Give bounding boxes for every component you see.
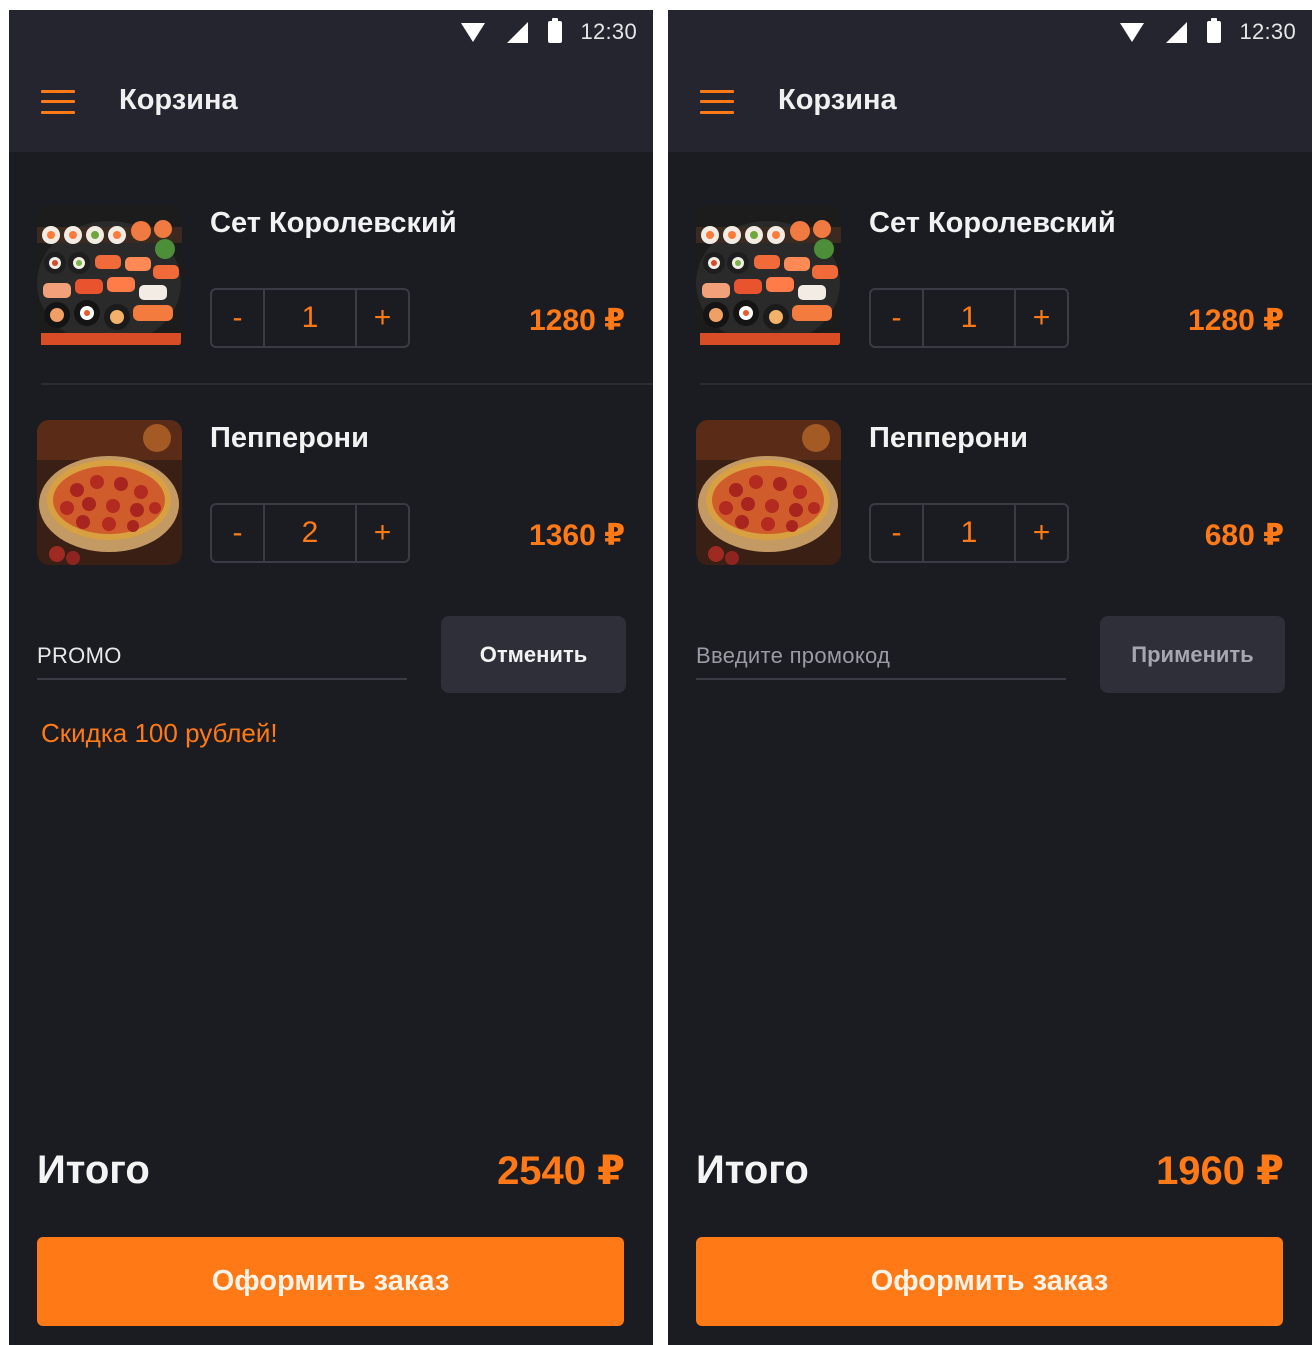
item-name: Сет Королевский bbox=[210, 207, 457, 239]
total-label: Итого bbox=[37, 1148, 150, 1192]
total-label: Итого bbox=[696, 1148, 809, 1192]
increase-button[interactable]: + bbox=[1014, 505, 1067, 561]
cart-screen-without-promo: 12:30 Корзина Сет Королевский - 1 + 1280… bbox=[668, 10, 1312, 1345]
signal-icon bbox=[507, 21, 529, 43]
quantity-stepper: - 1 + bbox=[869, 288, 1069, 348]
increase-button[interactable]: + bbox=[1014, 290, 1067, 346]
signal-icon bbox=[1166, 21, 1188, 43]
item-name: Пепперони bbox=[869, 422, 1028, 454]
total-value: 2540 ₽ bbox=[497, 1149, 625, 1193]
cart-item: Сет Королевский - 1 + 1280 ₽ bbox=[668, 205, 1312, 365]
menu-icon[interactable] bbox=[41, 88, 75, 116]
item-name: Пепперони bbox=[210, 422, 369, 454]
cart-item: Пепперони - 2 + 1360 ₽ bbox=[9, 420, 653, 580]
quantity-stepper: - 1 + bbox=[869, 503, 1069, 563]
decrease-button[interactable]: - bbox=[871, 290, 924, 346]
item-price: 1360 ₽ bbox=[529, 519, 625, 552]
item-name: Сет Королевский bbox=[869, 207, 1116, 239]
sushi-set-image bbox=[696, 205, 841, 350]
quantity-value: 1 bbox=[301, 301, 319, 334]
quantity-value: 2 bbox=[301, 516, 319, 549]
page-title: Корзина bbox=[119, 84, 238, 116]
quantity-stepper: - 2 + bbox=[210, 503, 410, 563]
checkout-button[interactable]: Оформить заказ bbox=[37, 1237, 624, 1326]
item-divider bbox=[41, 383, 653, 385]
quantity-stepper: - 1 + bbox=[210, 288, 410, 348]
status-bar: 12:30 bbox=[668, 10, 1312, 55]
wifi-icon bbox=[461, 22, 486, 42]
apply-promo-button[interactable]: Применить bbox=[1100, 616, 1285, 693]
status-bar: 12:30 bbox=[9, 10, 653, 55]
item-price: 680 ₽ bbox=[1204, 519, 1284, 552]
wifi-icon bbox=[1120, 22, 1145, 42]
app-bar: 12:30 Корзина bbox=[668, 10, 1312, 152]
quantity-value: 1 bbox=[960, 516, 978, 549]
checkout-button[interactable]: Оформить заказ bbox=[696, 1237, 1283, 1326]
battery-icon bbox=[548, 18, 563, 43]
menu-icon[interactable] bbox=[700, 88, 734, 116]
decrease-button[interactable]: - bbox=[871, 505, 924, 561]
pepperoni-pizza-image bbox=[696, 420, 841, 565]
cancel-promo-button[interactable]: Отменить bbox=[441, 616, 626, 693]
increase-button[interactable]: + bbox=[355, 290, 408, 346]
decrease-button[interactable]: - bbox=[212, 290, 265, 346]
item-price: 1280 ₽ bbox=[529, 304, 625, 337]
promo-code-input[interactable] bbox=[37, 634, 407, 680]
app-bar: 12:30 Корзина bbox=[9, 10, 653, 152]
cart-screen-with-promo: 12:30 Корзина Сет Королевский - 1 + 1280… bbox=[9, 10, 653, 1345]
quantity-value: 1 bbox=[960, 301, 978, 334]
battery-icon bbox=[1207, 18, 1222, 43]
page-title: Корзина bbox=[778, 84, 897, 116]
pepperoni-pizza-image bbox=[37, 420, 182, 565]
status-time: 12:30 bbox=[1239, 19, 1296, 44]
decrease-button[interactable]: - bbox=[212, 505, 265, 561]
sushi-set-image bbox=[37, 205, 182, 350]
cart-item: Сет Королевский - 1 + 1280 ₽ bbox=[9, 205, 653, 365]
increase-button[interactable]: + bbox=[355, 505, 408, 561]
item-divider bbox=[700, 383, 1312, 385]
promo-code-input[interactable] bbox=[696, 634, 1066, 680]
item-price: 1280 ₽ bbox=[1188, 304, 1284, 337]
total-value: 1960 ₽ bbox=[1156, 1149, 1284, 1193]
status-time: 12:30 bbox=[580, 19, 637, 44]
promo-discount-message: Скидка 100 рублей! bbox=[41, 718, 278, 748]
cart-item: Пепперони - 1 + 680 ₽ bbox=[668, 420, 1312, 580]
